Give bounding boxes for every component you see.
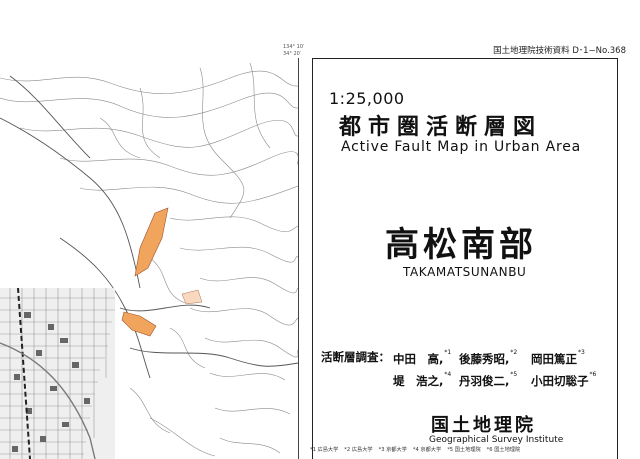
sheet-name-en: TAKAMATSUNANBU: [403, 265, 527, 279]
affiliation-note: *4 京都大学: [412, 447, 442, 453]
surveyor: 小田切聡子*6: [531, 371, 597, 388]
map-series-title-jp: 都市圏活断層図: [339, 115, 543, 140]
topographic-map: [0, 58, 298, 459]
affiliation-footnotes: *1 広島大学 *2 広島大学 *3 京都大学 *4 京都大学 *5 国土地理院…: [310, 446, 628, 453]
organization-name-jp: 国土地理院: [431, 415, 536, 436]
surveyor: 堤 浩之,*4: [393, 371, 452, 388]
organization-name-en: Geographical Survey Institute: [429, 435, 564, 445]
affiliation-note: *5 国土地理院: [447, 447, 481, 453]
title-panel: 1:25,000 都市圏活断層図 Active Fault Map in Urb…: [312, 58, 618, 459]
series-number: 国土地理院技術資料 D･1−No.368: [493, 46, 626, 56]
affiliation-note: *3 京都大学: [378, 447, 407, 453]
map-panel: [0, 58, 299, 459]
surveyor: 中田 高,*1: [393, 349, 452, 366]
latitude-tick: 34° 20′: [283, 51, 301, 57]
affiliation-note: *1 広島大学: [310, 447, 339, 453]
sheet-name-jp: 高松南部: [385, 225, 537, 265]
urban-area: [0, 288, 115, 459]
surveyor: 丹羽俊二,*5: [459, 371, 518, 388]
survey-label: 活断層調査：: [321, 350, 390, 364]
affiliation-note: *2 広島大学: [344, 447, 373, 453]
surveyor: 岡田篤正*3: [531, 349, 585, 366]
map-scale: 1:25,000: [329, 89, 405, 108]
longitude-tick: 134° 10′: [283, 44, 305, 50]
map-series-title-en: Active Fault Map in Urban Area: [341, 139, 582, 155]
surveyor: 後藤秀昭,*2: [459, 349, 518, 366]
affiliation-note: *6 国土地理院: [486, 447, 521, 453]
